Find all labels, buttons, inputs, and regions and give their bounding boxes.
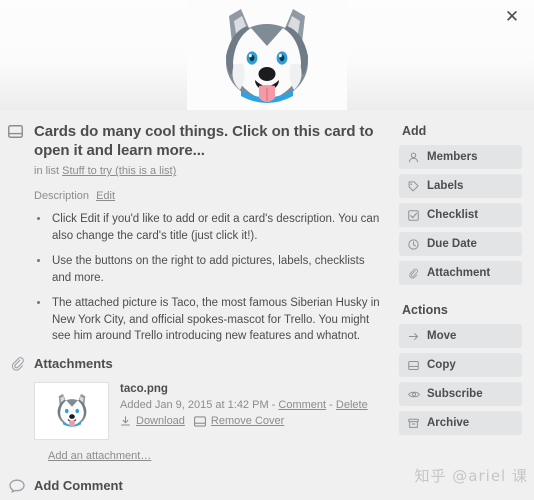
card-sidebar: Add Members Labels Checklist Due Date At… (395, 110, 534, 500)
sidebar-add-title: Add (402, 124, 427, 138)
in-list-prefix: in list (34, 165, 60, 178)
attachment-info: taco.png Added Jan 9, 2015 at 1:42 PM - … (120, 382, 368, 440)
move-label: Move (427, 330, 457, 342)
card-detail-body: Cards do many cool things. Click on this… (0, 110, 534, 500)
paperclip-icon (8, 356, 26, 372)
add-attachment-link[interactable]: Add an attachment… (48, 450, 151, 462)
card-icon (8, 122, 26, 138)
list-name-link[interactable]: Stuff to try (this is a list) (62, 165, 176, 177)
add-comment-title: Add Comment (34, 478, 123, 494)
description-bullet-list: Click Edit if you'd like to add or edit … (50, 211, 383, 344)
card-cover: ✕ (0, 0, 534, 110)
speech-bubble-icon (8, 479, 26, 493)
add-members-label: Members (427, 151, 478, 163)
attachment-delete-link[interactable]: Delete (336, 399, 368, 411)
list-item: Use the buttons on the right to add pict… (50, 253, 383, 286)
copy-label: Copy (427, 359, 456, 371)
attachment-actions: Download Remove Cover (120, 415, 368, 427)
attachment-comment-link[interactable]: Comment (278, 399, 326, 411)
card-title-wrap: Cards do many cool things. Click on this… (34, 122, 383, 177)
sidebar-actions-title: Actions (402, 303, 448, 317)
close-icon[interactable]: ✕ (500, 5, 524, 29)
move-button[interactable]: Move (399, 324, 522, 348)
copy-icon (407, 360, 420, 371)
comment-section-header: Add Comment (8, 478, 383, 493)
separator: - (271, 399, 276, 412)
archive-icon (407, 418, 420, 429)
attachment-download-link[interactable]: Download (136, 415, 185, 427)
cover-image-wrap (0, 0, 534, 110)
add-attachment-row: Add an attachment… (48, 450, 383, 462)
list-item: The attached picture is Taco, the most f… (50, 295, 383, 344)
person-icon (407, 152, 420, 163)
husky-dog-illustration (226, 9, 308, 103)
download-icon (120, 416, 131, 427)
card-main-column: Cards do many cool things. Click on this… (0, 110, 395, 500)
add-labels-button[interactable]: Labels (399, 174, 522, 198)
copy-button[interactable]: Copy (399, 353, 522, 377)
description-label-row: Description Edit (34, 190, 383, 202)
add-due-date-button[interactable]: Due Date (399, 232, 522, 256)
add-labels-label: Labels (427, 180, 464, 192)
attachments-title: Attachments (34, 356, 113, 372)
attachment-filename: taco.png (120, 383, 168, 396)
attachment-remove-cover-link[interactable]: Remove Cover (211, 415, 284, 427)
archive-label: Archive (427, 417, 470, 429)
add-attachment-label: Attachment (427, 267, 491, 279)
attachment-meta: Added Jan 9, 2015 at 1:42 PM - Comment -… (120, 399, 368, 411)
description-edit-link[interactable]: Edit (96, 190, 115, 202)
attachment-item: taco.png Added Jan 9, 2015 at 1:42 PM - … (34, 382, 383, 441)
subscribe-button[interactable]: Subscribe (399, 382, 522, 406)
cover-icon (193, 416, 206, 427)
separator: - (329, 399, 333, 412)
add-checklist-button[interactable]: Checklist (399, 203, 522, 227)
tag-icon (407, 180, 420, 192)
eye-icon (407, 389, 420, 400)
page-title[interactable]: Cards do many cool things. Click on this… (34, 122, 383, 160)
clock-icon (407, 238, 420, 250)
arrow-right-icon (407, 331, 420, 342)
husky-thumbnail (57, 394, 86, 428)
paperclip-icon (407, 268, 420, 279)
add-members-button[interactable]: Members (399, 145, 522, 169)
in-list-line: in list Stuff to try (this is a list) (34, 165, 383, 177)
card-title-row: Cards do many cool things. Click on this… (8, 122, 383, 177)
attachment-added-text: Added Jan 9, 2015 at 1:42 PM (120, 399, 269, 412)
subscribe-label: Subscribe (427, 388, 483, 400)
add-due-date-label: Due Date (427, 238, 477, 250)
list-item: Click Edit if you'd like to add or edit … (50, 211, 383, 244)
add-checklist-label: Checklist (427, 209, 479, 221)
archive-button[interactable]: Archive (399, 411, 522, 435)
attachment-thumbnail[interactable] (34, 382, 109, 441)
add-attachment-button[interactable]: Attachment (399, 261, 522, 285)
attachments-section-header: Attachments (8, 356, 383, 371)
description-label: Description (34, 190, 90, 203)
cover-image-pad (187, 0, 347, 110)
checkbox-icon (407, 209, 420, 221)
